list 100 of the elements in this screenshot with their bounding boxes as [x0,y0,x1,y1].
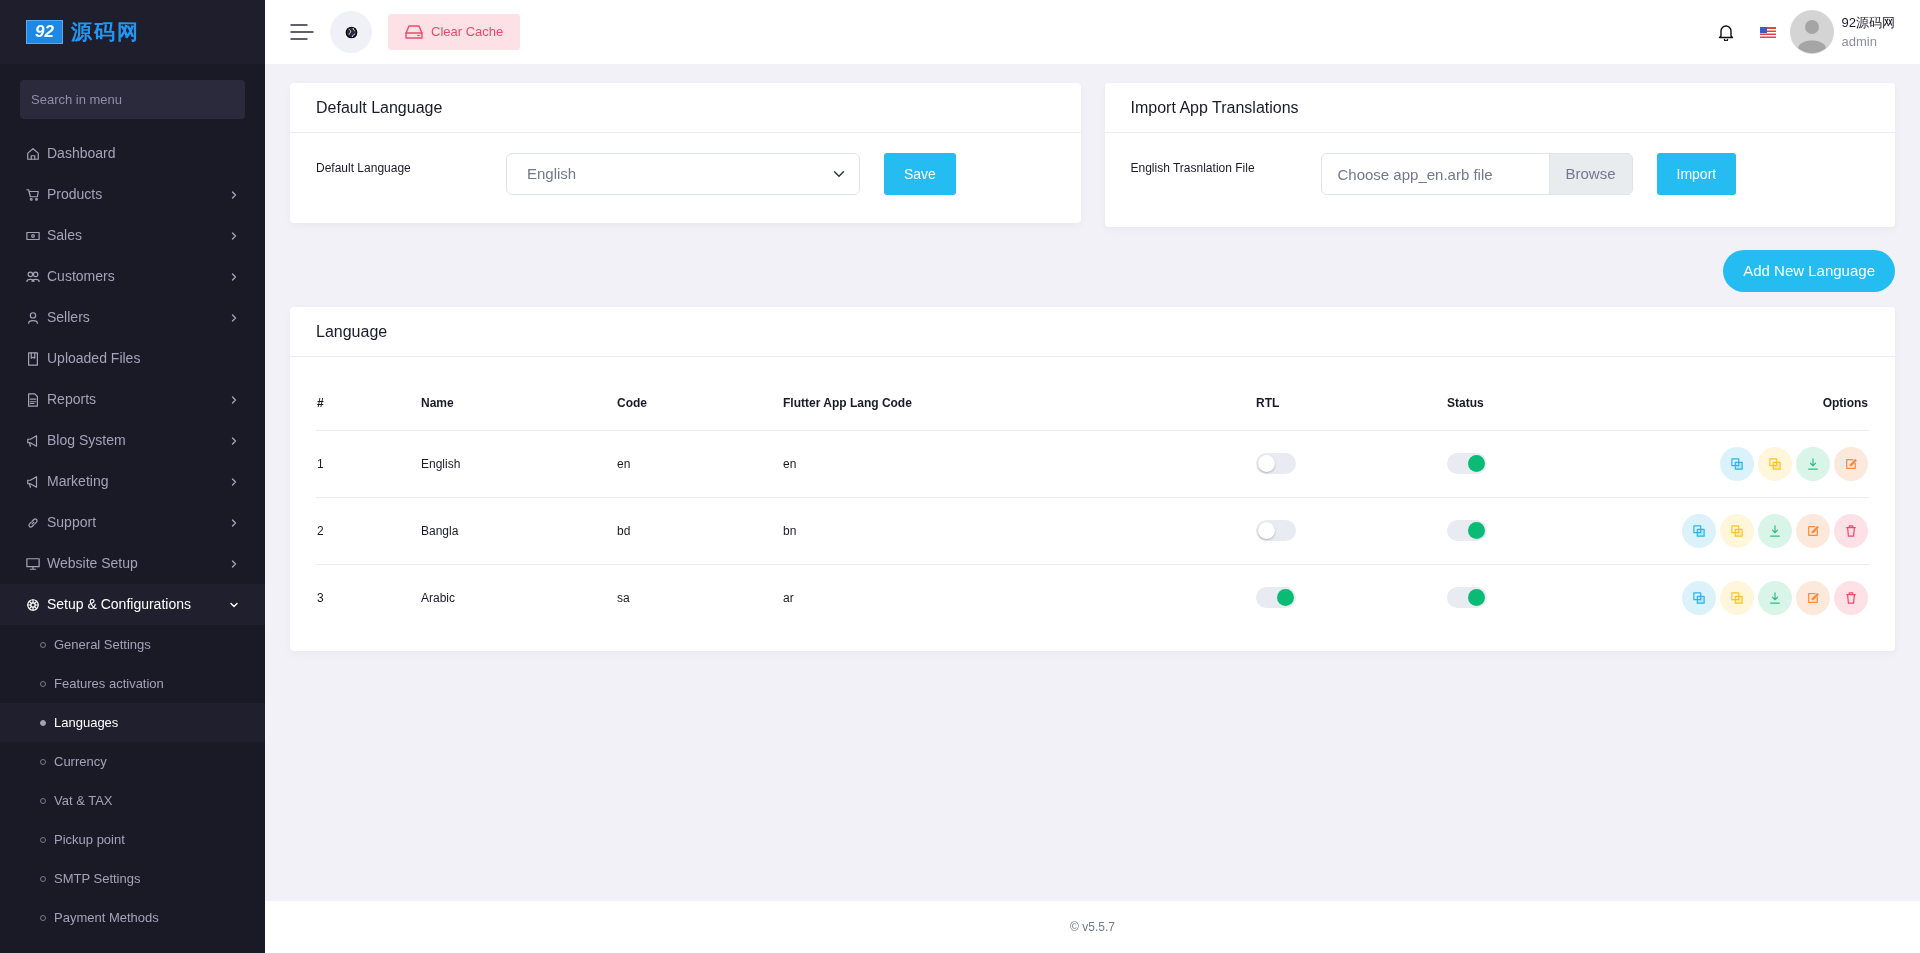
chevron-right-icon [229,312,239,323]
trash-icon [1845,524,1857,537]
sidebar-item[interactable]: Sales [0,215,265,256]
download-button[interactable] [1758,580,1792,615]
trash-icon [1845,591,1857,604]
submenu-item[interactable]: Features activation [0,664,265,703]
sidebar-item[interactable]: Setup & Configurations [0,584,265,625]
chevron-right-icon [229,435,239,446]
sidebar-item[interactable]: Sellers [0,297,265,338]
column-header: Status [1446,377,1522,430]
table-cell: English [420,430,616,497]
table-cell: bd [616,497,782,564]
download-button[interactable] [1796,446,1830,481]
avatar-silhouette[interactable] [1789,10,1834,54]
chevron-right-icon [229,558,239,569]
copy-button[interactable] [1720,580,1754,615]
sidebar-item[interactable]: Uploaded Files [0,338,265,379]
megaphone-icon [26,474,40,489]
submenu-item[interactable]: Pickup point [0,820,265,859]
link-icon [26,515,40,530]
column-header: # [316,377,420,430]
copy-button[interactable] [1758,446,1792,481]
column-header: Options [1521,377,1869,430]
column-header: Name [420,377,616,430]
language-select[interactable]: English [506,153,860,195]
copy-icon [1731,524,1743,537]
browse-button[interactable]: Browse [1548,153,1633,195]
submenu-item[interactable]: General Settings [0,625,265,664]
trash-button[interactable] [1834,580,1868,615]
chevron-right-icon [229,394,239,405]
version-text: © v5.5.7 [1070,919,1115,936]
table-cell: en [616,430,782,497]
globe-icon [344,25,358,39]
toggle-switch[interactable] [1447,453,1487,474]
translate-button[interactable] [1682,580,1716,615]
user-name: 92源码网 [1841,13,1895,32]
search-field[interactable]: Search in menu [20,80,245,119]
bell-icon [1717,23,1734,41]
toggle-switch[interactable] [1256,520,1296,541]
column-header: Flutter App Lang Code [782,377,1255,430]
drive-icon [405,25,423,39]
toggle-switch[interactable] [1447,520,1487,541]
download-icon [1769,591,1781,604]
chevron-right-icon [229,189,239,200]
file-field[interactable]: Choose app_en.arb file [1320,153,1550,195]
edit-button[interactable] [1834,446,1868,481]
submenu-item[interactable]: Vat & TAX [0,781,265,820]
globe-button[interactable] [330,11,372,53]
toggle-switch[interactable] [1447,587,1487,609]
download-icon [1769,524,1781,537]
monitor-icon [26,556,40,571]
table-cell: sa [616,564,782,631]
edit-icon [1845,457,1857,470]
person-icon [26,310,40,325]
chevron-right-icon [229,271,239,282]
sidebar-item[interactable]: Support [0,502,265,543]
table-cell: 1 [316,430,420,497]
flag-icon[interactable] [1759,26,1776,38]
gear-icon [26,597,40,612]
table-cell: Bangla [420,497,616,564]
sidebar-item[interactable]: Marketing [0,461,265,502]
edit-button[interactable] [1796,580,1830,615]
chevron-right-icon [229,230,239,241]
menu-icon [290,23,314,41]
column-header: Code [616,377,782,430]
file-icon [26,351,40,366]
toggle-switch[interactable] [1256,587,1296,609]
card-title: Language [316,321,388,342]
submenu-item[interactable]: Currency [0,742,265,781]
table-cell: 3 [316,564,420,631]
translate-icon [1693,591,1705,604]
translate-button[interactable] [1682,513,1716,548]
submenu-item[interactable]: Languages [0,703,265,742]
edit-button[interactable] [1796,513,1830,548]
download-icon [1807,457,1819,470]
trash-button[interactable] [1834,513,1868,548]
logo-badge: 92 [26,20,63,44]
home-icon [26,146,40,161]
table-cell: Arabic [420,564,616,631]
table-cell: bn [782,497,1255,564]
submenu-item[interactable]: SMTP Settings [0,859,265,898]
toggle-switch[interactable] [1256,453,1296,474]
sidebar-item[interactable]: Dashboard [0,133,265,174]
submenu-item[interactable]: Payment Methods [0,898,265,937]
column-header: RTL [1255,377,1446,430]
copy-button[interactable] [1720,513,1754,548]
translate-button[interactable] [1720,446,1754,481]
table-cell: en [782,430,1255,497]
sidebar-item[interactable]: Customers [0,256,265,297]
sidebar-item[interactable]: Blog System [0,420,265,461]
field-label: Default Language [316,160,412,177]
sidebar-item[interactable]: Products [0,174,265,215]
edit-icon [1807,591,1819,604]
download-button[interactable] [1758,513,1792,548]
sidebar-item[interactable]: Reports [0,379,265,420]
user-role: admin [1841,33,1878,51]
bullet-icon [40,719,46,726]
translate-icon [1731,457,1743,470]
sidebar-item[interactable]: Website Setup [0,543,265,584]
table-cell: 2 [316,497,420,564]
